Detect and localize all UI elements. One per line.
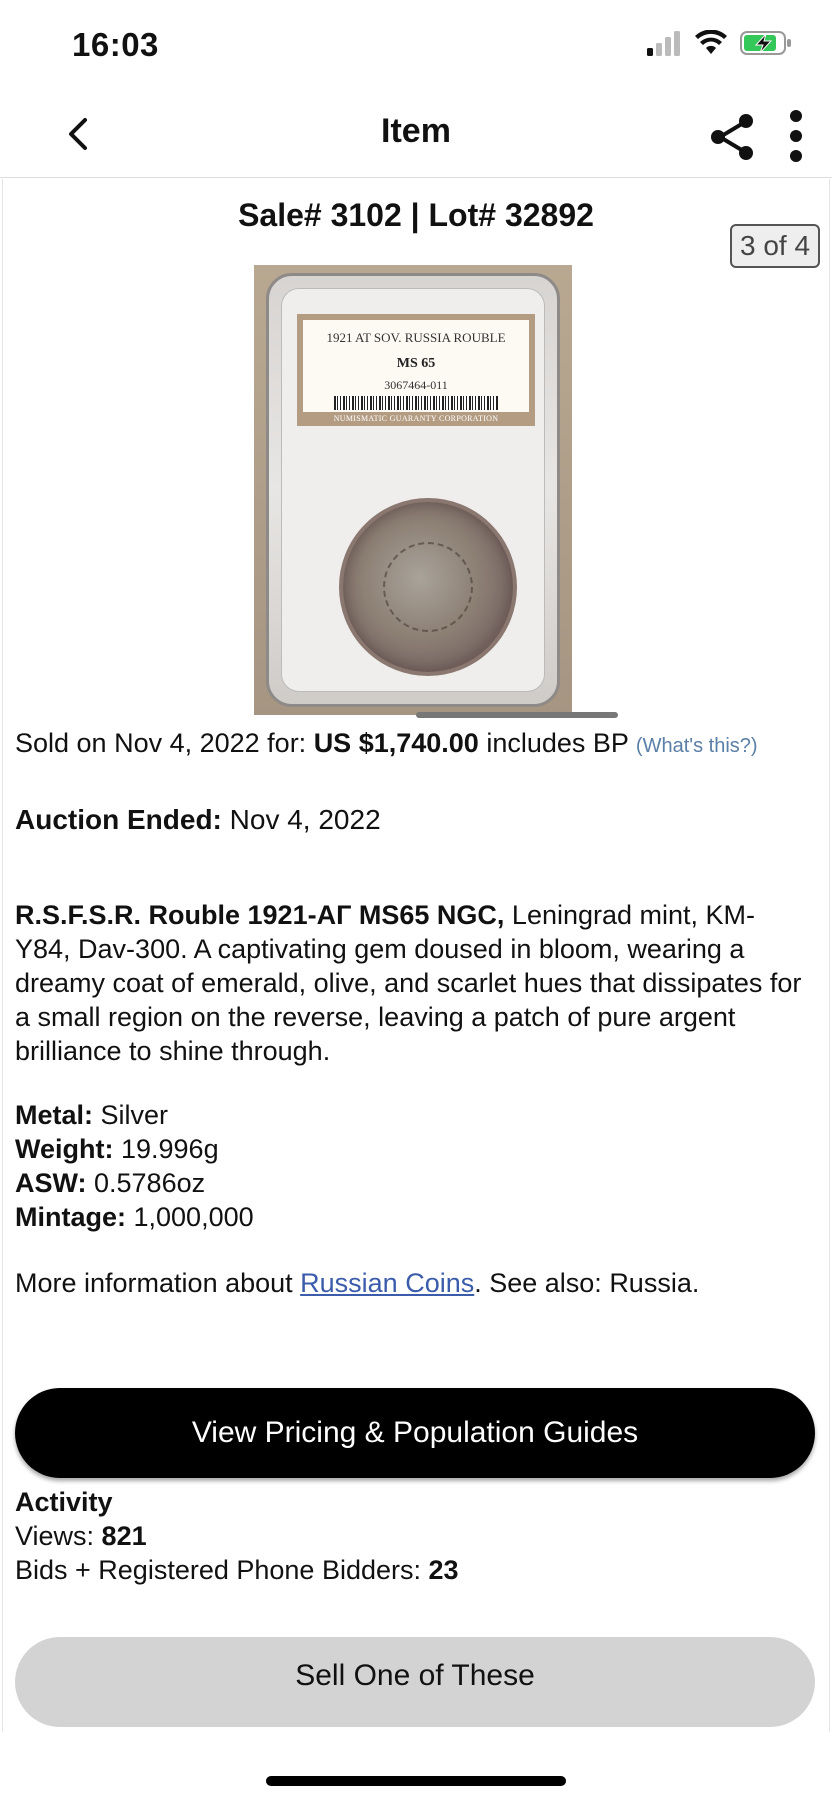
spec-mintage: Mintage: 1,000,000	[15, 1202, 254, 1232]
photo-counter: 3 of 4	[730, 224, 820, 268]
status-time: 16:03	[72, 26, 159, 63]
more-vertical-icon	[790, 110, 802, 162]
item-photo[interactable]: 1921 AT SOV. RUSSIA ROUBLE MS 65 3067464…	[254, 265, 572, 715]
more-options-button[interactable]	[780, 108, 812, 164]
spec-metal: Metal: Silver	[15, 1100, 169, 1130]
activity-title: Activity	[15, 1487, 113, 1517]
sold-price: US $1,740.00	[313, 728, 479, 758]
slab-label-cert: 3067464-011	[384, 378, 448, 392]
russian-coins-link[interactable]: Russian Coins	[300, 1268, 474, 1298]
item-title: R.S.F.S.R. Rouble 1921-АГ MS65 NGC,	[15, 900, 505, 930]
status-icons	[646, 30, 792, 56]
slab-label-footer: NUMISMATIC GUARANTY CORPORATION	[303, 412, 529, 426]
spec-weight: Weight: 19.996g	[15, 1134, 219, 1164]
slab-label: 1921 AT SOV. RUSSIA ROUBLE MS 65 3067464…	[297, 314, 535, 426]
activity-views: Views: 821	[15, 1521, 147, 1551]
barcode	[334, 396, 498, 410]
battery-charging-icon	[740, 31, 791, 55]
activity-section: Activity Views: 821 Bids + Registered Ph…	[15, 1485, 459, 1587]
item-specs: Metal: Silver Weight: 19.996g ASW: 0.578…	[15, 1098, 254, 1234]
share-icon	[711, 114, 753, 160]
coin-slab: 1921 AT SOV. RUSSIA ROUBLE MS 65 3067464…	[266, 273, 560, 707]
home-indicator[interactable]	[266, 1776, 566, 1786]
spec-asw: ASW: 0.5786oz	[15, 1168, 206, 1198]
activity-bids: Bids + Registered Phone Bidders: 23	[15, 1555, 459, 1585]
slab-label-grade: MS 65	[396, 356, 436, 371]
sale-lot-title: Sale# 3102 | Lot# 32892	[238, 197, 594, 233]
view-pricing-button[interactable]: View Pricing & Population Guides	[15, 1388, 815, 1478]
slab-label-description: 1921 AT SOV. RUSSIA ROUBLE	[326, 330, 506, 345]
share-button[interactable]	[708, 112, 758, 162]
photo-scroll-indicator	[416, 712, 618, 718]
signal-icon	[647, 31, 680, 56]
auction-ended: Auction Ended: Nov 4, 2022	[15, 804, 381, 835]
coin-image	[339, 498, 517, 676]
status-bar: 16:03	[0, 0, 832, 92]
nav-bar: Item	[0, 92, 832, 178]
wifi-icon	[695, 30, 727, 54]
sell-one-button[interactable]: Sell One of These	[15, 1637, 815, 1727]
item-detail-content[interactable]: Sale# 3102 | Lot# 32892 1921 AT SOV. RUS…	[2, 179, 830, 1732]
whats-this-link[interactable]: (What's this?)	[636, 735, 758, 757]
hammer-sickle-emblem	[383, 542, 473, 632]
more-info: More information about Russian Coins. Se…	[15, 1268, 700, 1298]
item-description: R.S.F.S.R. Rouble 1921-АГ MS65 NGC, Leni…	[15, 900, 802, 1066]
sold-info: Sold on Nov 4, 2022 for: US $1,740.00 in…	[15, 728, 758, 758]
